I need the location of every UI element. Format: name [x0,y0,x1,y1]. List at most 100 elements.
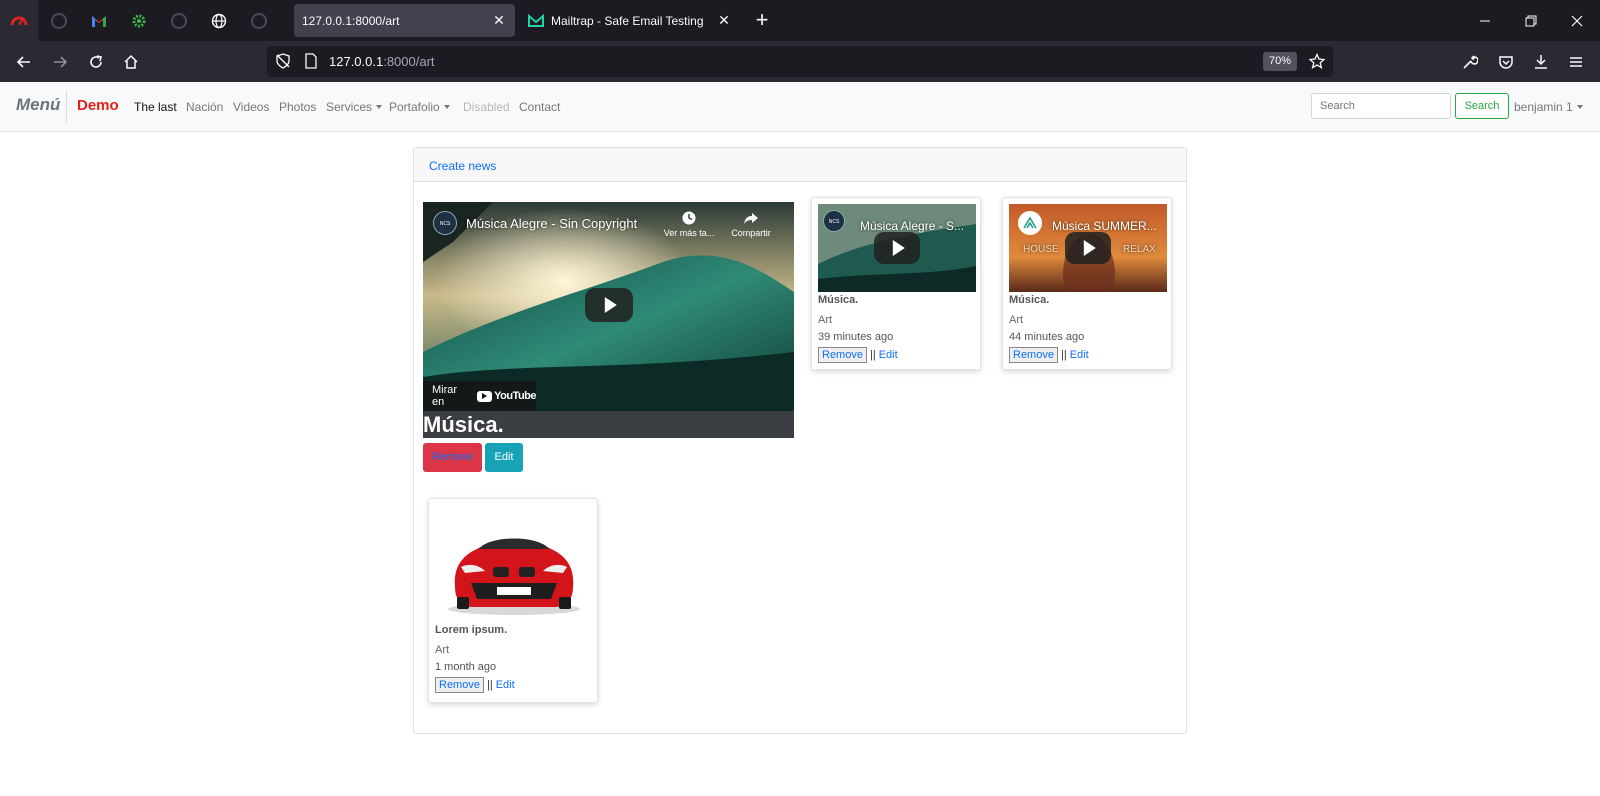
news-title: Música. [1009,294,1050,306]
play-button-icon[interactable] [585,288,633,322]
tab-mailtrap[interactable]: Mailtrap - Safe Email Testing ✕ [520,4,740,37]
download-icon[interactable] [1527,48,1555,76]
home-icon[interactable] [117,48,145,76]
brand-divider [66,91,67,123]
featured-remove-button[interactable]: Remove [423,443,482,472]
channel-logo[interactable] [1018,211,1042,235]
share-label: Compartir [731,228,771,238]
hamburger-menu-icon[interactable] [1562,48,1590,76]
featured-video-player[interactable]: NCS Música Alegre - Sin Copyright Ver má… [423,202,794,411]
wrench-icon[interactable] [1456,48,1484,76]
featured-edit-button[interactable]: Edit [485,443,523,472]
play-button-icon[interactable] [1065,232,1111,264]
youtube-logo-icon: YouTube [477,390,536,402]
news-category: Art [1009,314,1024,326]
minimize-window-icon[interactable] [1462,0,1508,41]
brand-demo[interactable]: Demo [77,97,119,114]
gmail-icon [92,15,106,27]
news-timestamp: 39 minutes ago [818,331,894,343]
caret-down-icon [376,105,383,109]
share-button[interactable]: Compartir [721,210,781,238]
back-arrow-icon[interactable] [10,48,38,76]
remove-button[interactable]: Remove [1009,347,1058,363]
browser-toolbar: 127.0.0.1:8000/art 70% [0,41,1600,82]
separator: || [486,679,493,691]
news-card-1-video[interactable]: NCS Música Alegre - S... [818,204,976,292]
overlay-house-text: HOUSE [1023,244,1059,255]
pocket-icon[interactable] [1492,48,1520,76]
create-news-link[interactable]: Create news [429,159,496,173]
bookmark-star-icon[interactable] [1309,53,1325,69]
video-title[interactable]: Música SUMMER... [1052,219,1157,233]
speedometer-icon [10,16,28,26]
mailtrap-icon [528,13,544,27]
remove-button[interactable]: Remove [435,677,484,693]
featured-title: Música. [423,412,504,437]
close-tab-icon[interactable]: ✕ [491,12,507,28]
separator: || [869,349,876,361]
search-button[interactable]: Search [1455,93,1509,119]
github-icon [51,12,67,29]
url-path: :8000/art [383,54,435,69]
video-title[interactable]: Música Alegre - S... [860,219,964,233]
nav-photos[interactable]: Photos [279,100,316,114]
news-card-2: Música SUMMER... HOUSE RELAX Música. Art… [1002,197,1172,370]
globe-icon [211,13,227,28]
new-tab-plus-icon[interactable]: + [752,9,772,31]
brand-menu[interactable]: Menú [16,95,60,115]
clock-icon [682,211,696,225]
news-card-2-video[interactable]: Música SUMMER... HOUSE RELAX [1009,204,1167,292]
pinned-tab-globe[interactable] [200,0,238,41]
channel-logo[interactable]: NCS [823,210,845,232]
news-title: Lorem ipsum. [435,624,508,636]
channel-logo[interactable]: NCS [433,211,457,235]
tracking-protection-shield-icon[interactable] [275,53,291,69]
nav-nacion[interactable]: Nación [186,100,223,114]
tab-art-active[interactable]: 127.0.0.1:8000/art ✕ [294,4,515,37]
page-info-icon[interactable] [304,53,318,69]
news-actions: Remove || Edit [1009,347,1089,363]
remove-button[interactable]: Remove [818,347,867,363]
user-name: benjamin 1 [1514,100,1573,114]
nav-videos[interactable]: Videos [233,100,269,114]
video-title[interactable]: Música Alegre - Sin Copyright [466,216,637,231]
reload-icon[interactable] [82,48,110,76]
red-car-image [435,505,593,625]
pinned-tab-github-1[interactable] [40,0,78,41]
edit-link[interactable]: Edit [496,679,515,691]
featured-title-bar: Música. [423,411,794,438]
user-dropdown[interactable]: benjamin 1 [1514,100,1583,114]
pinned-tab-gmail[interactable] [80,0,118,41]
news-category: Art [435,644,450,656]
edit-link[interactable]: Edit [879,349,898,361]
watch-later-button[interactable]: Ver más ta... [659,210,719,238]
pinned-tab-gear[interactable] [120,0,158,41]
browser-tab-bar: 127.0.0.1:8000/art ✕ Mailtrap - Safe Ema… [0,0,1600,41]
close-window-icon[interactable] [1554,0,1600,41]
nav-the-last[interactable]: The last [134,100,177,114]
pinned-tab-github-2[interactable] [160,0,198,41]
url-host: 127.0.0.1 [329,54,384,69]
caret-down-icon [1576,105,1583,109]
close-tab-icon[interactable]: ✕ [716,12,732,28]
watch-on-youtube-link[interactable]: Mirar en YouTube [423,381,536,411]
nav-services-dropdown[interactable]: Services [326,100,383,114]
github-icon [251,12,267,29]
nav-portafolio-dropdown[interactable]: Portafolio [389,100,450,114]
pinned-tab-github-3[interactable] [240,0,278,41]
search-input[interactable] [1311,93,1451,119]
play-button-icon[interactable] [874,232,920,264]
youtube-wordmark: YouTube [494,390,536,402]
gear-icon [132,14,146,27]
news-title: Música. [818,294,859,306]
pinned-tab-speedometer[interactable] [0,0,38,41]
zoom-indicator[interactable]: 70% [1262,52,1297,71]
nav-contact[interactable]: Contact [519,100,560,114]
address-bar[interactable]: 127.0.0.1:8000/art 70% [267,46,1333,77]
edit-link[interactable]: Edit [1070,349,1089,361]
watch-on-label: Mirar en [432,384,458,408]
url-text[interactable]: 127.0.0.1:8000/art [329,54,435,69]
news-card-3: Lorem ipsum. Art 1 month ago Remove || E… [428,498,598,703]
forward-arrow-icon[interactable] [46,48,74,76]
restore-window-icon[interactable] [1508,0,1554,41]
